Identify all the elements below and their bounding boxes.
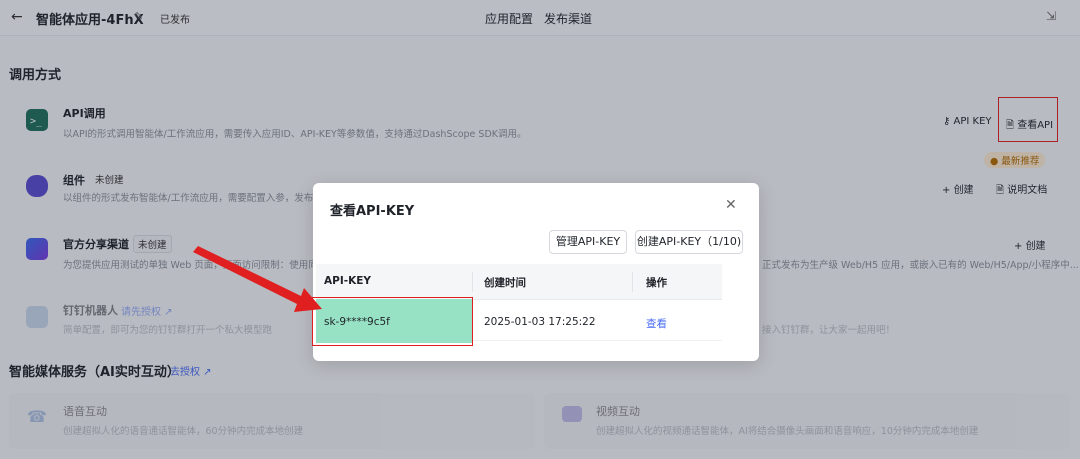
publish-page: ← 智能体应用-4FhX ✎ 已发布 应用配置 发布渠道 ⇲ 调用方式 >_ A… — [0, 0, 1080, 459]
annotation-arrow-icon — [193, 246, 322, 312]
